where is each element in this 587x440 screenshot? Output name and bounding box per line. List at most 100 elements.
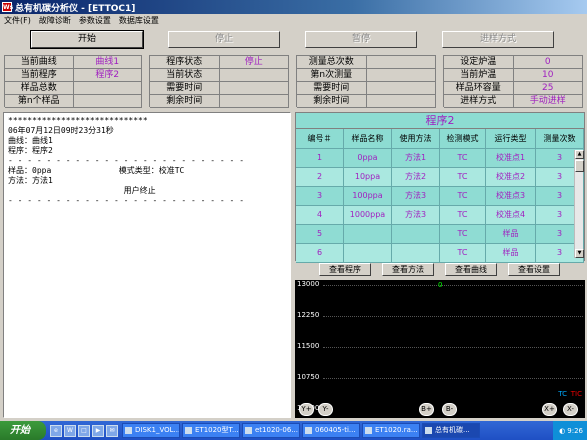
b-minus-button[interactable]: B- [442, 403, 457, 416]
table-cell [344, 244, 392, 263]
view-program-button[interactable]: 查看程序 [319, 263, 371, 276]
table-cell: 校准点1 [486, 149, 536, 168]
log-line: - - - - - - - - - - - - - - - - - - - - … [8, 196, 245, 205]
table-cell [392, 244, 440, 263]
table-cell: TC [440, 149, 486, 168]
status-label: 当前曲线 [5, 56, 74, 69]
table-row[interactable]: 4 1000ppa 方法3 TC 校准点4 3 [296, 206, 584, 225]
tray-icon[interactable]: ◐ [559, 427, 565, 435]
table-cell: 方法3 [392, 187, 440, 206]
pause-button[interactable]: 暂停 [305, 31, 417, 48]
table-cell: 样品 [486, 225, 536, 244]
status-value: 停止 [219, 56, 289, 69]
task-button[interactable]: ET1020型T... [182, 423, 240, 438]
table-cell: 方法1 [392, 149, 440, 168]
window-title: 总有机碳分析仪 - [ETTOC1] [15, 3, 136, 14]
scroll-thumb[interactable] [575, 160, 584, 172]
b-plus-button[interactable]: B+ [419, 403, 434, 416]
media-icon[interactable]: ▶ [92, 424, 104, 437]
view-buttons: 查看程序 查看方法 查看曲线 查看设置 [295, 263, 585, 277]
clock[interactable]: 9:26 [567, 427, 583, 435]
mail-icon[interactable]: ✉ [106, 424, 118, 437]
run-log-panel[interactable]: ***************************** 06年07月12日09… [3, 112, 291, 418]
y-plus-button[interactable]: Y+ [299, 403, 314, 416]
view-curve-button[interactable]: 查看曲线 [445, 263, 497, 276]
start-button[interactable]: 开始 [30, 30, 144, 49]
task-button[interactable]: 060405-ti... [302, 423, 360, 438]
status-label: 剩余时间 [150, 95, 220, 108]
legend-tc: TC [558, 390, 567, 398]
stop-button[interactable]: 停止 [168, 31, 280, 48]
x-minus-button[interactable]: X- [563, 403, 578, 416]
status-value [366, 56, 436, 69]
scroll-down-icon[interactable]: ▼ [575, 249, 584, 258]
ie-icon[interactable]: e [50, 424, 62, 437]
status-panel-curve: 当前曲线 曲线1 当前程序 程序2 样品总数 第n个样品 [4, 55, 142, 108]
view-settings-button[interactable]: 查看设置 [508, 263, 560, 276]
menu-file[interactable]: 文件(F) [0, 15, 35, 26]
table-cell: TC [440, 187, 486, 206]
status-value: 程序2 [73, 69, 142, 82]
status-value: 曲线1 [73, 56, 142, 69]
table-cell: 6 [296, 244, 344, 263]
column-header: 使用方法 [392, 129, 440, 149]
table-row[interactable]: 6 TC 样品 3 [296, 244, 584, 263]
graph-marker: 0 [438, 281, 443, 289]
scroll-up-icon[interactable]: ▲ [575, 150, 584, 159]
column-header: 测量次数 [536, 129, 584, 149]
table-cell: 1 [296, 149, 344, 168]
grid-line [323, 316, 583, 317]
menu-bar: 文件(F) 故障诊断 参数设置 数据库设置 [0, 14, 587, 27]
status-label: 第n个样品 [5, 95, 74, 108]
menu-diagnostics[interactable]: 故障诊断 [35, 15, 75, 26]
task-button[interactable]: DISK1_VOL... [122, 423, 180, 438]
table-row[interactable]: 3 100ppa 方法3 TC 校准点3 3 [296, 187, 584, 206]
y-tick-label: 12250 [297, 311, 320, 319]
log-stars: ***************************** [8, 116, 148, 125]
status-label: 当前炉温 [444, 69, 514, 82]
start-menu-button[interactable]: 开始 [0, 421, 46, 440]
table-cell: 校准点4 [486, 206, 536, 225]
table-row[interactable]: 5 TC 样品 3 [296, 225, 584, 244]
status-value [366, 69, 436, 82]
task-button[interactable]: ET1020.ra... [362, 423, 420, 438]
advance-mode-button[interactable]: 进样方式 [442, 31, 554, 48]
table-cell: 10ppa [344, 168, 392, 187]
word-icon[interactable]: W [64, 424, 76, 437]
status-value: 10 [513, 69, 583, 82]
table-header-row: 编号＃ 样品名称 使用方法 检测模式 运行类型 测量次数 [296, 129, 584, 149]
log-line: 06年07月12日09时23分31秒 [8, 126, 114, 135]
menu-parameters[interactable]: 参数设置 [75, 15, 115, 26]
table-scrollbar[interactable]: ▲ ▼ [574, 150, 584, 258]
x-plus-button[interactable]: X+ [542, 403, 557, 416]
table-row[interactable]: 1 0ppa 方法1 TC 校准点1 3 [296, 149, 584, 168]
status-label: 样品总数 [5, 82, 74, 95]
log-line: 方法：方法1 [8, 176, 53, 185]
table-cell [392, 225, 440, 244]
y-minus-button[interactable]: Y- [318, 403, 333, 416]
table-cell: 1000ppa [344, 206, 392, 225]
status-value [366, 95, 436, 108]
quick-launch: e W □ ▶ ✉ [50, 424, 120, 437]
system-tray: ◐ 9:26 [553, 421, 587, 440]
menu-database[interactable]: 数据库设置 [115, 15, 163, 26]
status-value [219, 82, 289, 95]
status-label: 测量总次数 [297, 56, 367, 69]
program-table-title: 程序2 [296, 113, 584, 129]
grid-line [323, 378, 583, 379]
view-method-button[interactable]: 查看方法 [382, 263, 434, 276]
table-row[interactable]: 2 10ppa 方法2 TC 校准点2 3 [296, 168, 584, 187]
status-value [219, 69, 289, 82]
desktop-icon[interactable]: □ [78, 424, 90, 437]
status-panel-furnace: 设定炉温 0 当前炉温 10 样品环容量 25 进样方式 手动进样 [443, 55, 583, 108]
table-cell: 0ppa [344, 149, 392, 168]
column-header: 检测模式 [440, 129, 486, 149]
status-label: 剩余时间 [297, 95, 367, 108]
grid-line [323, 285, 583, 286]
table-cell: TC [440, 225, 486, 244]
y-tick-label: 10750 [297, 373, 320, 381]
table-cell: TC [440, 244, 486, 263]
task-button-active[interactable]: 总有机碳... [422, 423, 480, 438]
signal-graph: 13000 12250 11500 10750 10000 0 TC TIC Y… [295, 280, 585, 418]
task-button[interactable]: et1020-06... [242, 423, 300, 438]
